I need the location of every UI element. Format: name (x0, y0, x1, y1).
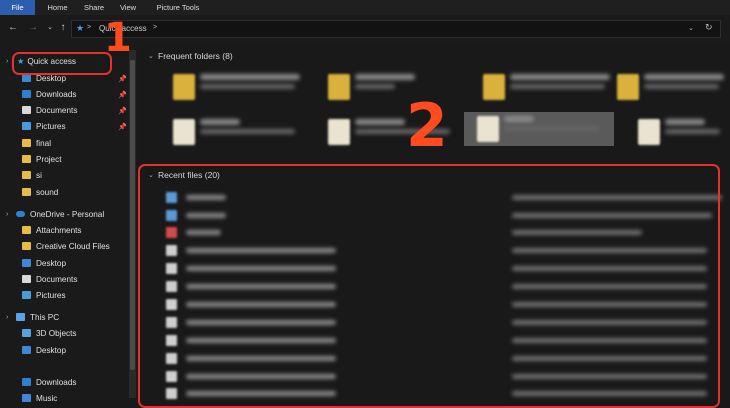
expand-chevron-icon[interactable]: › (6, 314, 8, 321)
address-bar[interactable]: ★ > Quick access > ⌄ ↻ (71, 20, 721, 38)
documents-icon (22, 106, 31, 114)
sidebar-item-creative-cloud-files[interactable]: Creative Cloud Files (22, 240, 110, 254)
annotation-box-quick-access (12, 52, 112, 75)
folder-icon (477, 116, 499, 142)
sidebar-item-project[interactable]: Project (22, 153, 61, 167)
frequent-folders-header[interactable]: Frequent folders (8) (158, 51, 233, 61)
computer-icon (16, 313, 25, 321)
music-icon (22, 394, 31, 402)
sidebar-item-label: Pictures (36, 291, 66, 300)
folder-icon (22, 139, 31, 147)
folder-icon (173, 74, 195, 100)
sidebar-item-label: Pictures (36, 122, 66, 131)
sidebar-item-label: OneDrive - Personal (30, 210, 105, 219)
sidebar-item-label: Downloads (36, 90, 77, 99)
pin-icon: 📌 (118, 124, 127, 131)
sidebar-item-label: Downloads (36, 378, 77, 387)
sidebar-item-label: This PC (30, 313, 60, 322)
sidebar-item-documents[interactable]: Documents (22, 104, 77, 118)
breadcrumb-separator-2: > (153, 24, 158, 31)
quick-access-star-icon: ★ (76, 23, 85, 33)
sidebar-item-pc-desktop[interactable]: Desktop (22, 344, 66, 358)
annotation-number-2: 2 (406, 91, 448, 161)
sidebar-item-label: Music (36, 394, 58, 403)
desktop-icon (22, 259, 31, 267)
sidebar-item-downloads[interactable]: Downloads (22, 88, 77, 102)
sidebar-item-label: 3D Objects (36, 329, 77, 338)
sidebar-item-label: si (36, 171, 42, 180)
downloads-icon (22, 90, 31, 98)
sidebar-item-pc-downloads[interactable]: Downloads (22, 376, 77, 390)
folder-icon (483, 74, 505, 100)
sidebar-item-label: Desktop (36, 259, 67, 268)
annotation-box-recent-files (138, 164, 720, 408)
pictures-icon (22, 291, 31, 299)
tab-view[interactable]: View (113, 0, 143, 15)
documents-icon (22, 275, 31, 283)
onedrive-cloud-icon (16, 211, 25, 217)
sidebar-item-pictures[interactable]: Pictures (22, 120, 66, 134)
sidebar-item-onedrive-desktop[interactable]: Desktop (22, 257, 66, 271)
folder-icon (22, 155, 31, 163)
pin-icon: 📌 (118, 108, 127, 115)
downloads-icon (22, 378, 31, 386)
pin-icon: 📌 (118, 92, 127, 99)
sidebar-item-onedrive[interactable]: OneDrive - Personal (16, 208, 104, 222)
frequent-folder-tile[interactable] (625, 115, 725, 149)
collapse-chevron-icon[interactable]: ⌄ (148, 52, 154, 60)
sidebar-item-label: Documents (36, 275, 78, 284)
address-dropdown-chevron-icon[interactable]: ⌄ (688, 24, 694, 32)
folder-icon (22, 188, 31, 196)
tab-home[interactable]: Home (40, 0, 75, 15)
frequent-folder-tile[interactable] (160, 70, 310, 104)
sidebar-item-final[interactable]: final (22, 137, 51, 151)
folder-icon (22, 226, 31, 234)
pictures-icon (22, 122, 31, 130)
folder-icon (22, 242, 31, 250)
sidebar-item-label: sound (36, 188, 59, 197)
refresh-icon[interactable]: ↻ (705, 22, 713, 33)
pin-icon: 📌 (118, 76, 127, 83)
expand-chevron-icon[interactable]: › (6, 211, 8, 218)
sidebar-item-this-pc[interactable]: This PC (16, 311, 59, 325)
frequent-folder-tile-selected[interactable] (464, 112, 614, 146)
annotation-number-1: 1 (104, 15, 132, 61)
folder-icon (328, 74, 350, 100)
tab-file[interactable]: File (0, 0, 35, 15)
sidebar-item-label: final (36, 139, 52, 148)
desktop-icon (22, 346, 31, 354)
up-arrow-icon[interactable]: ↑ (57, 22, 69, 34)
sidebar-item-label: Documents (36, 106, 78, 115)
sidebar-item-label: Desktop (36, 346, 67, 355)
sidebar-item-si[interactable]: si (22, 169, 42, 183)
sidebar-item-attachments[interactable]: Attachments (22, 224, 82, 238)
folder-icon (638, 119, 660, 145)
sidebar-item-onedrive-pictures[interactable]: Pictures (22, 289, 66, 303)
sidebar-item-music[interactable]: Music (22, 392, 57, 406)
folder-icon (617, 74, 639, 100)
navigation-pane-scroll-thumb[interactable] (130, 60, 135, 370)
back-arrow-icon[interactable]: ← (7, 22, 19, 34)
3d-objects-icon (22, 329, 31, 337)
frequent-folder-tile[interactable] (604, 70, 730, 104)
recent-locations-chevron-icon[interactable]: ⌄ (44, 22, 56, 34)
desktop-icon (22, 74, 31, 82)
sidebar-item-onedrive-documents[interactable]: Documents (22, 273, 77, 287)
folder-icon (328, 119, 350, 145)
folder-icon (22, 171, 31, 179)
sidebar-item-label: Project (36, 155, 62, 164)
tab-picture-tools[interactable]: Picture Tools (148, 0, 208, 15)
frequent-folder-tile[interactable] (160, 115, 310, 149)
breadcrumb-separator: > (87, 24, 92, 31)
folder-icon (173, 119, 195, 145)
forward-arrow-icon[interactable]: → (27, 22, 39, 34)
tab-share[interactable]: Share (78, 0, 110, 15)
sidebar-item-label: Creative Cloud Files (36, 242, 110, 251)
sidebar-item-label: Desktop (36, 74, 67, 83)
expand-chevron-icon[interactable]: › (6, 58, 8, 65)
sidebar-item-sound[interactable]: sound (22, 186, 58, 200)
sidebar-item-label: Attachments (36, 226, 82, 235)
frequent-folder-tile[interactable] (470, 70, 620, 104)
sidebar-item-3d-objects[interactable]: 3D Objects (22, 327, 77, 341)
